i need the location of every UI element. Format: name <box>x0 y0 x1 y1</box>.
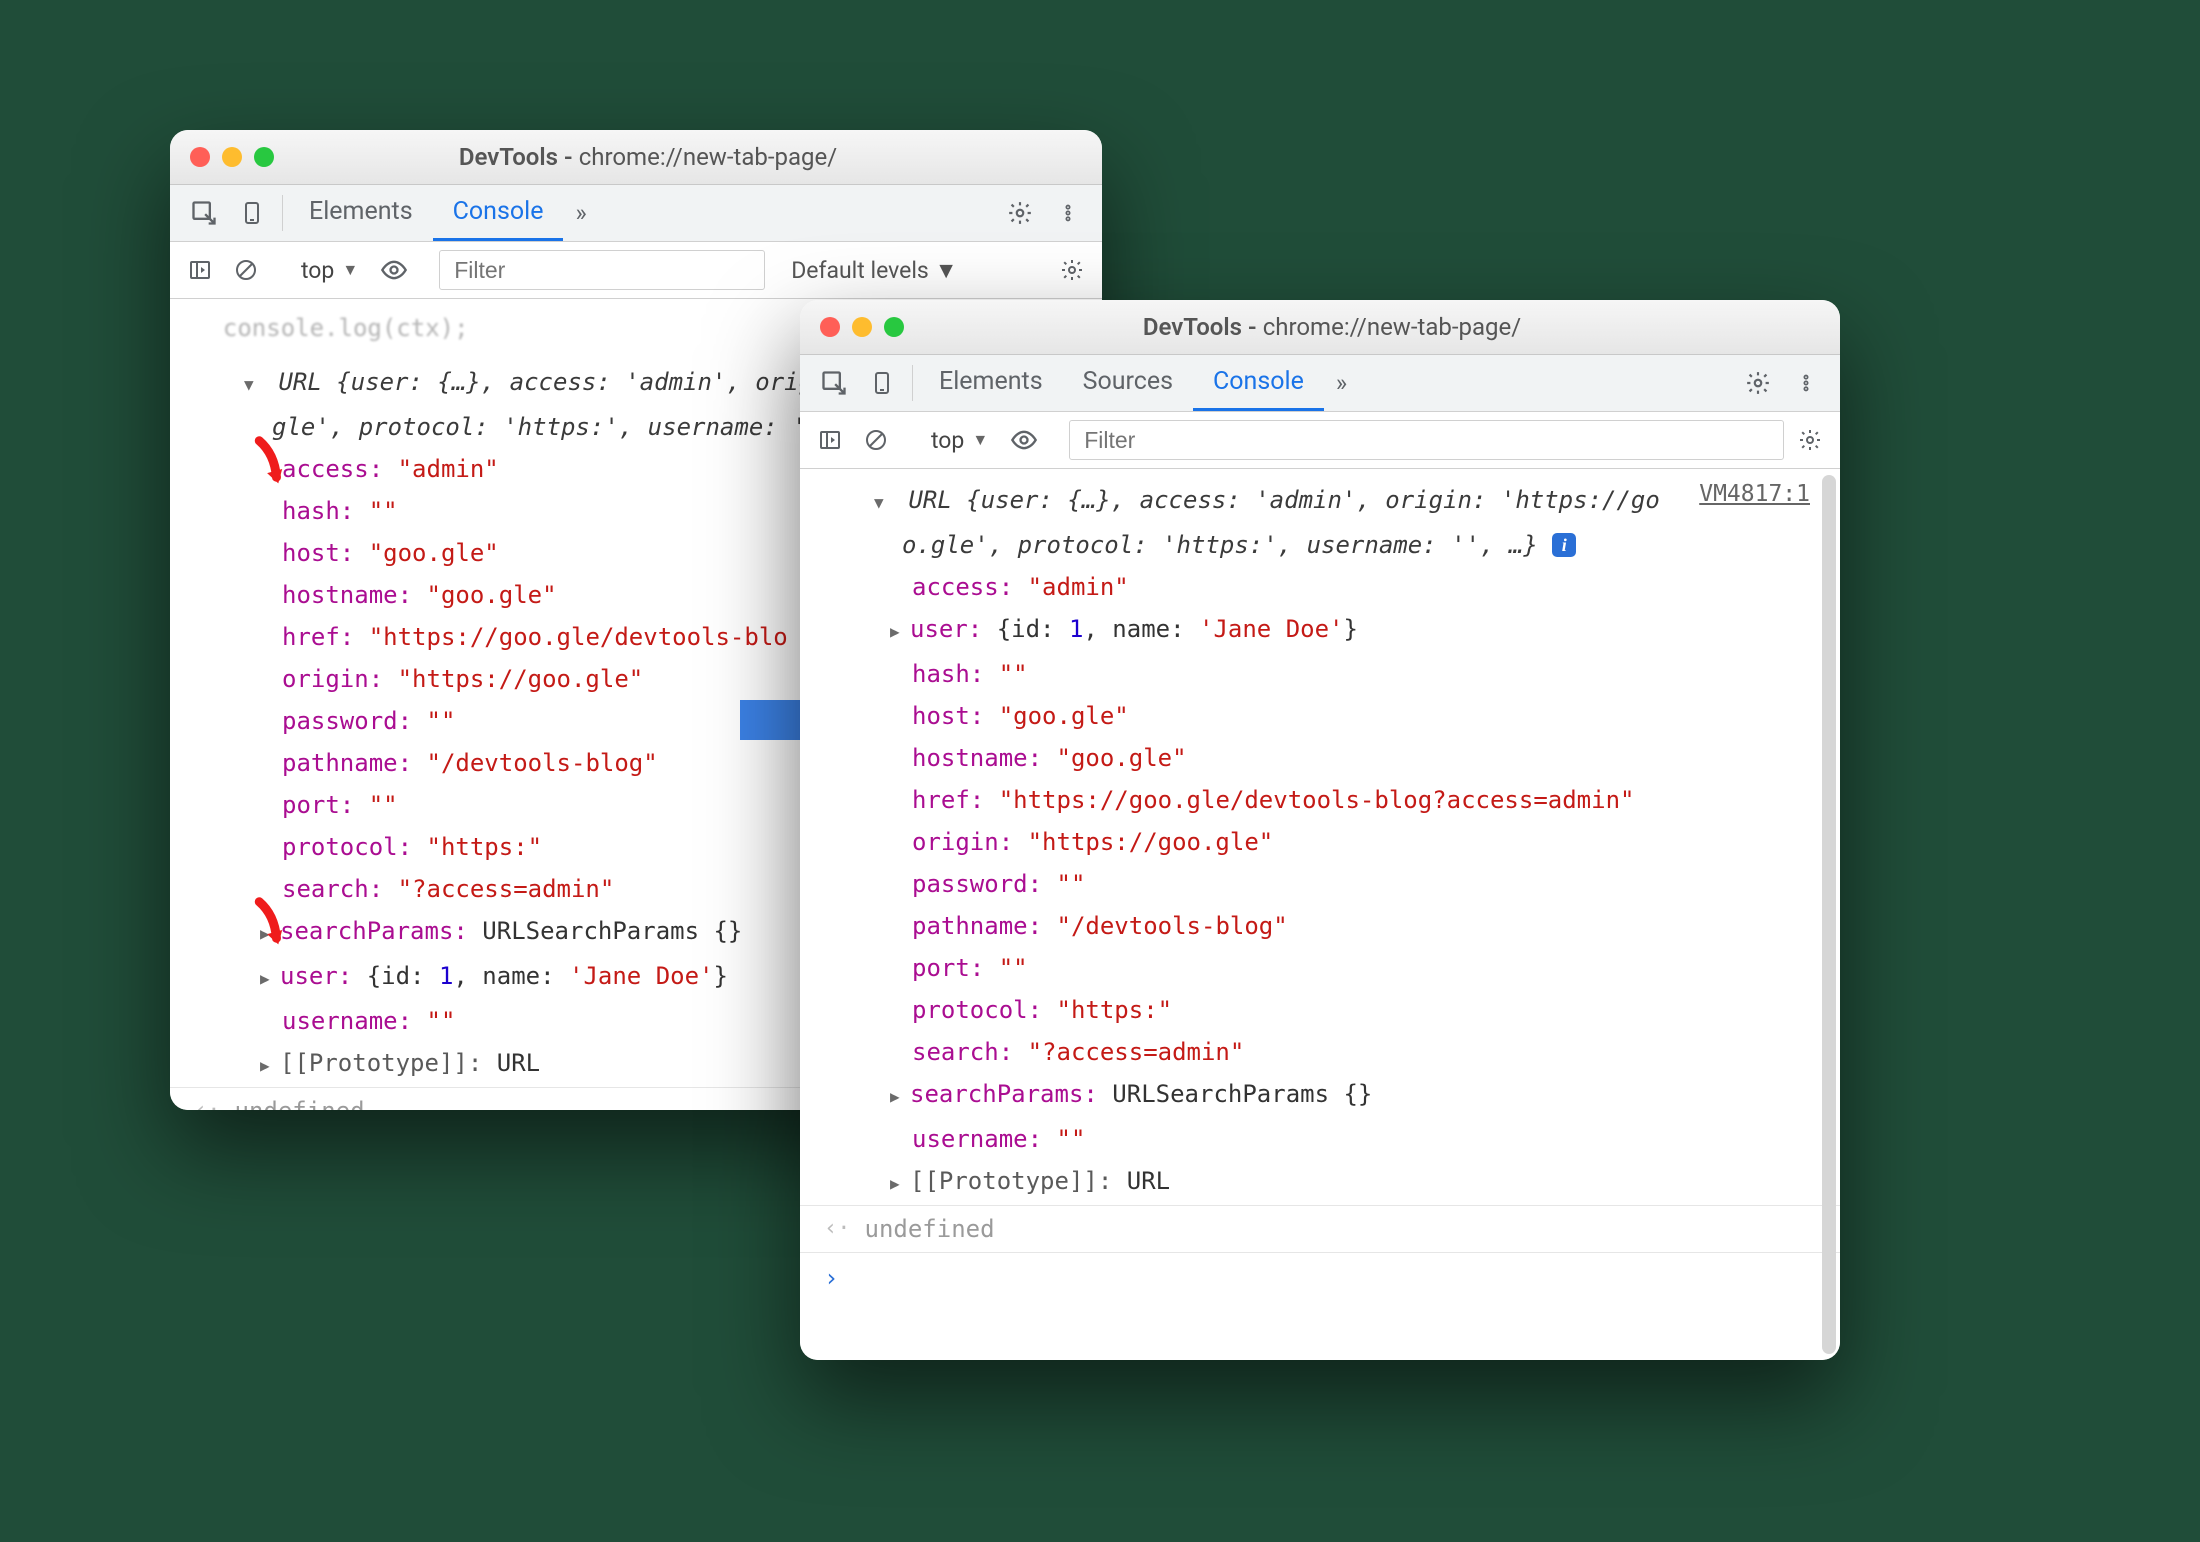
close-window-button[interactable] <box>820 317 840 337</box>
tab-elements[interactable]: Elements <box>919 355 1063 411</box>
return-icon: ‹· <box>824 1210 851 1248</box>
inspect-element-icon[interactable] <box>180 185 228 241</box>
minimize-window-button[interactable] <box>852 317 872 337</box>
prop-row-hash[interactable]: hash: "" <box>824 653 1840 695</box>
expand-triangle-icon[interactable] <box>260 1044 280 1085</box>
tab-elements[interactable]: Elements <box>289 185 433 241</box>
more-tabs-chevron-icon[interactable]: » <box>1324 355 1359 411</box>
kebab-menu-icon[interactable] <box>1782 355 1830 411</box>
window-titlebar: DevTools - chrome://new-tab-page/ <box>800 300 1840 355</box>
sidebar-toggle-icon[interactable] <box>180 242 220 298</box>
expand-triangle-icon[interactable] <box>874 481 894 522</box>
window-title: DevTools - chrome://new-tab-page/ <box>288 143 1008 171</box>
return-icon: ‹· <box>194 1092 221 1110</box>
source-link[interactable]: VM4817:1 <box>1699 475 1810 513</box>
live-expression-icon[interactable] <box>374 242 414 298</box>
live-expression-icon[interactable] <box>1004 412 1044 468</box>
console-filter-input[interactable] <box>452 256 752 285</box>
prop-row-href[interactable]: href: "https://goo.gle/devtools-blog?acc… <box>824 779 1840 821</box>
execution-context-select[interactable]: top▼ <box>921 427 998 454</box>
zoom-window-button[interactable] <box>884 317 904 337</box>
prop-row-protocol[interactable]: protocol: "https:" <box>824 989 1840 1031</box>
prop-row-hostname[interactable]: hostname: "goo.gle" <box>824 737 1840 779</box>
sidebar-toggle-icon[interactable] <box>810 412 850 468</box>
close-window-button[interactable] <box>190 147 210 167</box>
return-value-row: ‹· undefined <box>800 1205 1840 1253</box>
object-summary-line[interactable]: URL {user: {…}, access: 'admin', origin:… <box>824 479 1840 524</box>
console-filter-input[interactable] <box>1082 426 1771 455</box>
prop-row-port[interactable]: port: "" <box>824 947 1840 989</box>
window-titlebar: DevTools - chrome://new-tab-page/ <box>170 130 1102 185</box>
console-settings-icon[interactable] <box>1790 412 1830 468</box>
info-badge-icon[interactable]: i <box>1552 533 1576 557</box>
prop-row-search[interactable]: search: "?access=admin" <box>824 1031 1840 1073</box>
minimize-window-button[interactable] <box>222 147 242 167</box>
console-toolbar: top▼ Default levels▼ <box>170 242 1102 299</box>
devtools-window-after: DevTools - chrome://new-tab-page/ Elemen… <box>800 300 1840 1360</box>
expand-triangle-icon[interactable] <box>260 912 280 953</box>
traffic-lights <box>820 317 904 337</box>
devtools-tabbar: Elements Console » <box>170 185 1102 242</box>
expand-triangle-icon[interactable] <box>890 1075 910 1116</box>
tab-console[interactable]: Console <box>1193 355 1324 411</box>
log-levels-select[interactable]: Default levels▼ <box>791 257 957 284</box>
prop-row-password[interactable]: password: "" <box>824 863 1840 905</box>
zoom-window-button[interactable] <box>254 147 274 167</box>
console-toolbar: top▼ <box>800 412 1840 469</box>
prop-row-origin[interactable]: origin: "https://goo.gle" <box>824 821 1840 863</box>
console-output[interactable]: VM4817:1 URL {user: {…}, access: 'admin'… <box>800 469 1840 1360</box>
devtools-tabbar: Elements Sources Console » <box>800 355 1840 412</box>
prop-row-prototype[interactable]: [[Prototype]]: URL <box>824 1160 1840 1205</box>
traffic-lights <box>190 147 274 167</box>
expand-triangle-icon[interactable] <box>244 363 264 404</box>
kebab-menu-icon[interactable] <box>1044 185 1092 241</box>
expand-triangle-icon[interactable] <box>260 957 280 998</box>
clear-console-icon[interactable] <box>856 412 896 468</box>
more-tabs-chevron-icon[interactable]: » <box>563 185 598 241</box>
device-toolbar-icon[interactable] <box>228 185 276 241</box>
window-title: DevTools - chrome://new-tab-page/ <box>918 313 1746 341</box>
console-filter-wrap[interactable] <box>439 250 765 290</box>
expand-triangle-icon[interactable] <box>890 1162 910 1203</box>
prop-row-searchparams[interactable]: searchParams: URLSearchParams {} <box>824 1073 1840 1118</box>
prop-row-host[interactable]: host: "goo.gle" <box>824 695 1840 737</box>
prop-row-username[interactable]: username: "" <box>824 1118 1840 1160</box>
tab-sources[interactable]: Sources <box>1063 355 1193 411</box>
prop-row-pathname[interactable]: pathname: "/devtools-blog" <box>824 905 1840 947</box>
console-settings-icon[interactable] <box>1052 242 1092 298</box>
object-summary-line: o.gle', protocol: 'https:', username: ''… <box>824 524 1840 566</box>
separator <box>282 195 283 231</box>
tab-console[interactable]: Console <box>433 185 564 241</box>
expand-triangle-icon[interactable] <box>890 610 910 651</box>
settings-icon[interactable] <box>1734 355 1782 411</box>
device-toolbar-icon[interactable] <box>858 355 906 411</box>
separator <box>912 365 913 401</box>
console-filter-wrap[interactable] <box>1069 420 1784 460</box>
prop-row-access[interactable]: access: "admin" <box>824 566 1840 608</box>
settings-icon[interactable] <box>996 185 1044 241</box>
prop-row-user[interactable]: user: {id: 1, name: 'Jane Doe'} <box>824 608 1840 653</box>
console-prompt[interactable]: › <box>800 1253 1840 1303</box>
inspect-element-icon[interactable] <box>810 355 858 411</box>
execution-context-select[interactable]: top▼ <box>291 257 368 284</box>
clear-console-icon[interactable] <box>226 242 266 298</box>
